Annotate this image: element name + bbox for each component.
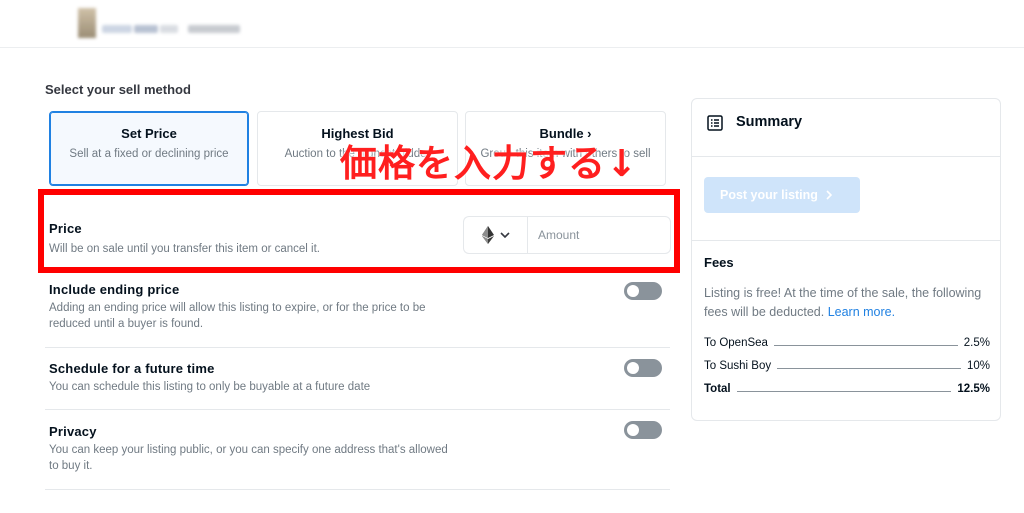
option-subtitle: You can keep your listing public, or you… [49, 444, 448, 472]
option-row-privacy: Privacy You can keep your listing public… [45, 410, 670, 490]
blurred-thumbnail [78, 8, 96, 38]
post-listing-button[interactable]: Post your listing [704, 177, 860, 213]
blurred-bar [160, 25, 178, 33]
summary-panel: Summary Post your listing Fees Listing i… [691, 98, 1001, 421]
fee-value: 10% [966, 360, 990, 372]
method-title: Set Price [121, 126, 177, 141]
privacy-toggle[interactable] [624, 421, 662, 439]
summary-title: Summary [736, 114, 803, 130]
method-subtitle: Sell at a fixed or declining price [69, 148, 229, 160]
blurred-bar [134, 25, 158, 33]
fees-title: Fees [704, 255, 734, 270]
option-title: Schedule for a future time [49, 361, 215, 376]
option-title: Privacy [49, 424, 97, 439]
learn-more-link[interactable]: Learn more. [828, 305, 895, 319]
top-header [0, 0, 1024, 48]
fee-label: Total [704, 383, 731, 395]
fee-leader-line [736, 390, 952, 392]
sell-method-title: Select your sell method [45, 82, 191, 97]
method-set-price[interactable]: Set Price Sell at a fixed or declining p… [49, 111, 249, 186]
fee-row-opensea: To OpenSea 2.5% [704, 334, 990, 352]
post-area: Post your listing [692, 157, 1000, 241]
list-icon [707, 115, 723, 131]
option-title: Include ending price [49, 282, 180, 297]
annotation-price-box [38, 189, 680, 273]
post-listing-label: Post your listing [720, 188, 818, 202]
blurred-bar [188, 25, 240, 33]
fee-value: 2.5% [963, 337, 990, 349]
option-subtitle: Adding an ending price will allow this l… [49, 302, 426, 330]
option-row-ending-price: Include ending price Adding an ending pr… [45, 282, 670, 348]
option-subtitle: You can schedule this listing to only be… [49, 381, 371, 393]
chevron-right-icon [826, 190, 832, 200]
blurred-logo[interactable] [60, 6, 250, 40]
fees-description: Listing is free! At the time of the sale… [704, 284, 994, 322]
ending-price-toggle[interactable] [624, 282, 662, 300]
option-row-schedule: Schedule for a future time You can sched… [45, 348, 670, 410]
fee-row-total: Total 12.5% [704, 380, 990, 398]
annotation-text: 価格を入力する↓ [340, 142, 639, 185]
method-title: Highest Bid [321, 126, 394, 141]
fee-value: 12.5% [957, 383, 990, 395]
blurred-bar [102, 25, 132, 33]
summary-header: Summary [692, 99, 1000, 157]
fee-leader-line [773, 344, 958, 346]
schedule-toggle[interactable] [624, 359, 662, 377]
fee-row-sushi-boy: To Sushi Boy 10% [704, 357, 990, 375]
method-title: Bundle › [539, 126, 592, 141]
fee-label: To OpenSea [704, 337, 768, 349]
fee-leader-line [777, 367, 961, 369]
fee-label: To Sushi Boy [704, 360, 772, 372]
